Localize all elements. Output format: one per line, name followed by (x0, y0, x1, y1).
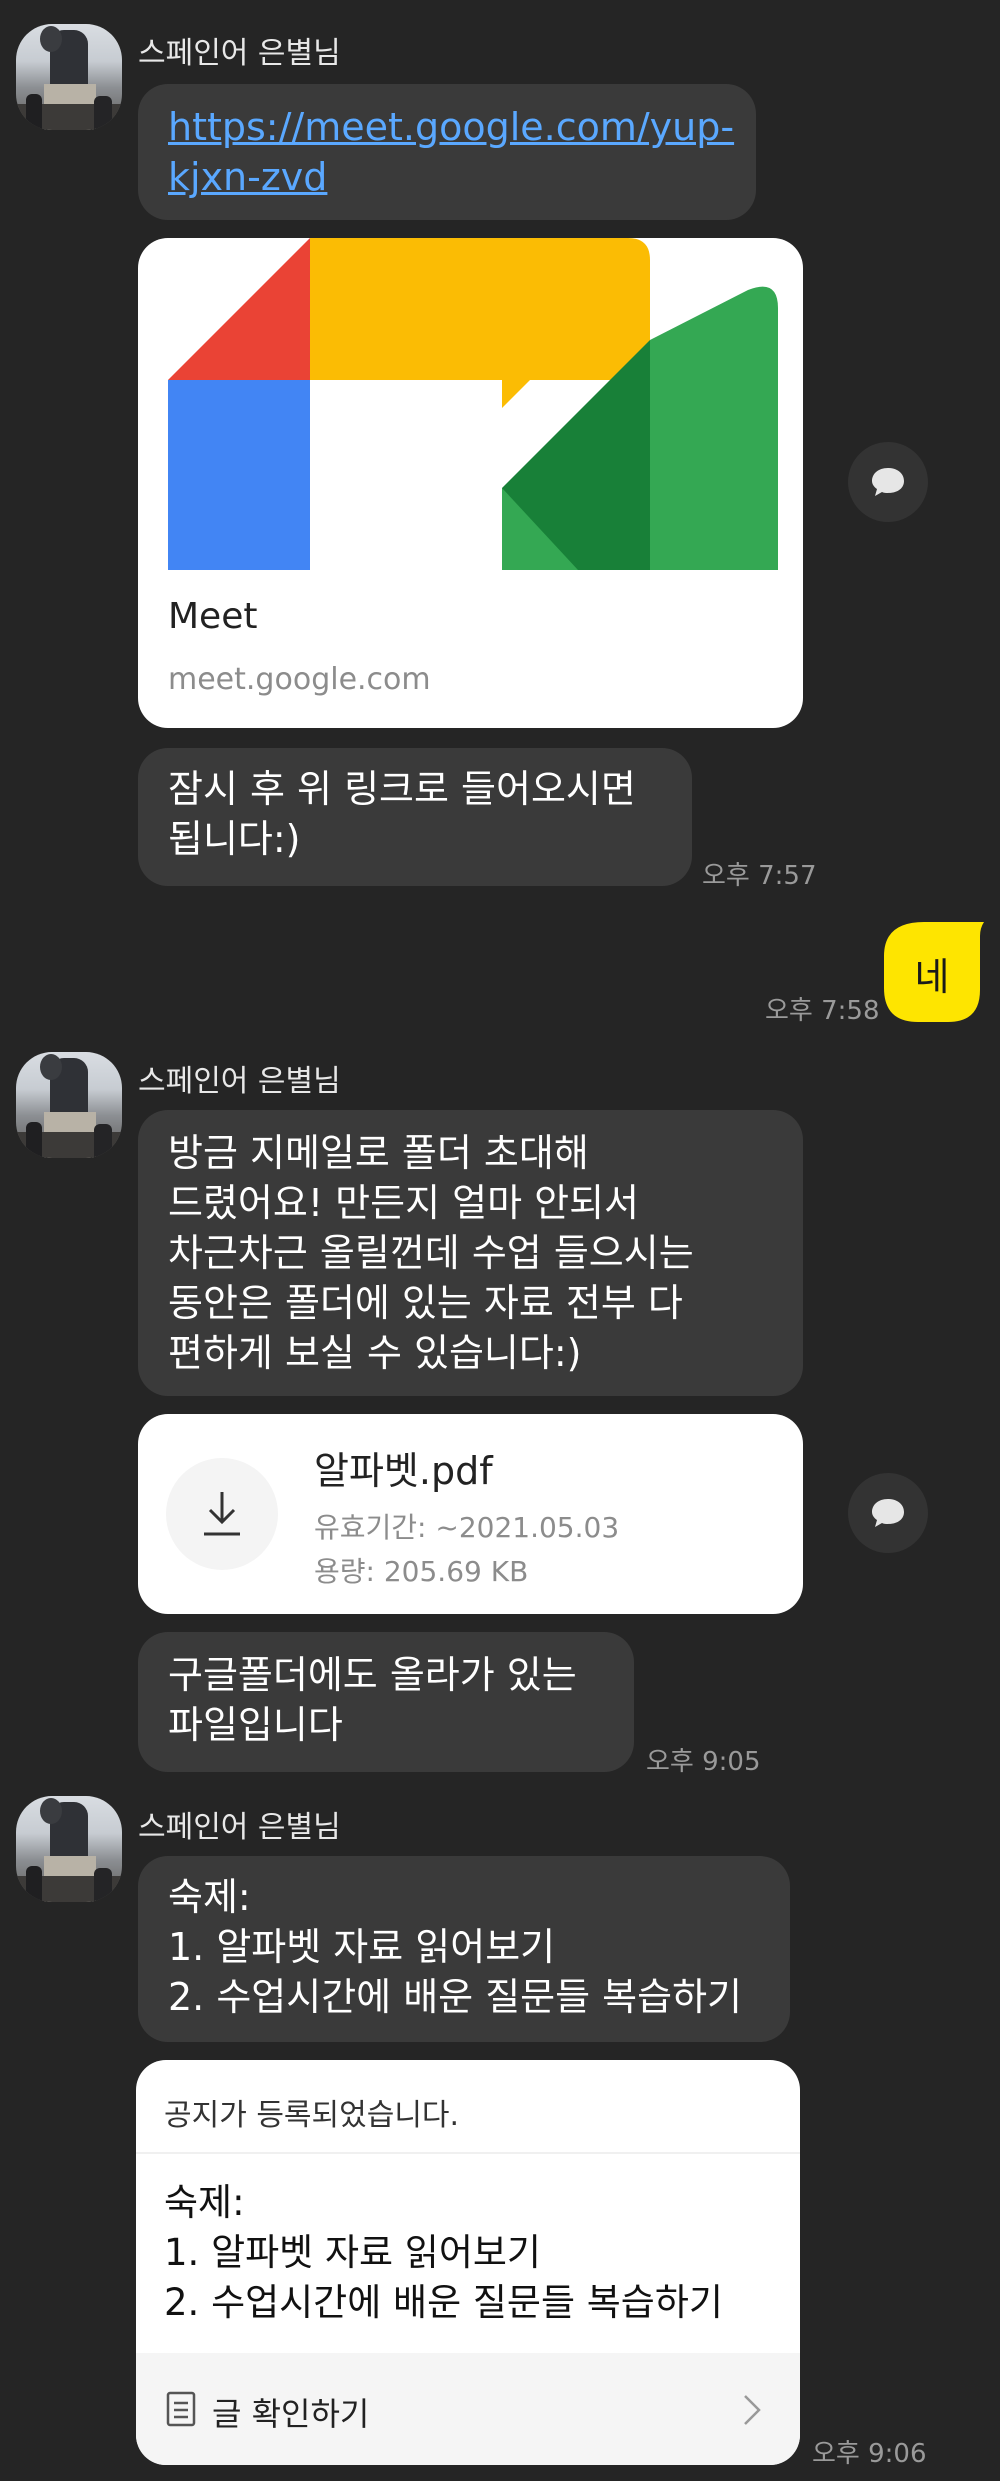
timestamp: 오후 7:58 (765, 996, 880, 1026)
share-button[interactable] (848, 1473, 928, 1553)
google-meet-logo (168, 238, 778, 570)
sender-name: 스페인어 은별님 (138, 36, 341, 71)
preview-domain: meet.google.com (168, 662, 431, 697)
message-line: 구글폴더에도 올라가 있는 (168, 1653, 577, 1697)
message-bubble[interactable]: 방금 지메일로 폴더 초대해 드렸어요! 만든지 얼마 안되서 차근차근 올릴껀… (138, 1110, 803, 1396)
message-line: 숙제: (168, 1875, 251, 1919)
preview-title: Meet (168, 596, 258, 637)
message-bubble[interactable]: 숙제: 1. 알파벳 자료 읽어보기 2. 수업시간에 배운 질문들 복습하기 (138, 1856, 790, 2042)
message-bubble[interactable]: 잠시 후 위 링크로 들어오시면 됩니다:) (138, 748, 692, 886)
notice-action-row[interactable]: 글 확인하기 (136, 2353, 800, 2465)
timestamp: 오후 9:05 (646, 1747, 761, 1777)
message-line: 편하게 보실 수 있습니다:) (168, 1331, 582, 1375)
file-name: 알파벳.pdf (314, 1449, 493, 1493)
link-preview-card[interactable]: Meet meet.google.com (138, 238, 803, 728)
avatar[interactable] (16, 24, 122, 130)
message-line: 잠시 후 위 링크로 들어오시면 (168, 767, 636, 811)
notice-card[interactable]: 공지가 등록되었습니다. 숙제: 1. 알파벳 자료 읽어보기 2. 수업시간에… (136, 2060, 800, 2465)
share-icon (872, 1499, 904, 1527)
document-icon (166, 2391, 196, 2427)
file-expiry: 유효기간: ~2021.05.03 (314, 1511, 620, 1544)
notice-divider (136, 2152, 800, 2154)
notice-header: 공지가 등록되었습니다. (164, 2098, 460, 2133)
message-line: 파일입니다 (168, 1703, 343, 1747)
share-button[interactable] (848, 442, 928, 522)
sender-name: 스페인어 은별님 (138, 1064, 341, 1099)
chevron-right-icon (744, 2395, 761, 2425)
message-line: 됩니다:) (168, 817, 301, 861)
link-message-bubble[interactable]: https://meet.google.com/yup- kjxn-zvd (138, 84, 756, 220)
sender-name: 스페인어 은별님 (138, 1810, 341, 1845)
message-line: 1. 알파벳 자료 읽어보기 (168, 1925, 556, 1969)
timestamp: 오후 7:57 (702, 861, 817, 891)
avatar[interactable] (16, 1052, 122, 1158)
message-line: 동안은 폴더에 있는 자료 전부 다 (168, 1281, 683, 1325)
outgoing-message-text: 네 (914, 955, 950, 999)
message-line: 2. 수업시간에 배운 질문들 복습하기 (168, 1975, 743, 2019)
file-attachment-card[interactable]: 알파벳.pdf 유효기간: ~2021.05.03 용량: 205.69 KB (138, 1414, 803, 1614)
file-size: 용량: 205.69 KB (314, 1555, 529, 1588)
share-icon (872, 468, 904, 496)
message-line: 방금 지메일로 폴더 초대해 (168, 1131, 589, 1175)
notice-line: 1. 알파벳 자료 읽어보기 (164, 2231, 541, 2274)
meet-link[interactable]: https://meet.google.com/yup- (168, 102, 734, 152)
avatar[interactable] (16, 1796, 122, 1902)
notice-line: 숙제: (164, 2181, 245, 2224)
notice-action-label: 글 확인하기 (212, 2395, 370, 2433)
outgoing-message-bubble[interactable]: 네 (884, 922, 984, 1022)
download-button[interactable] (166, 1458, 278, 1570)
download-icon (204, 1492, 240, 1536)
notice-line: 2. 수업시간에 배운 질문들 복습하기 (164, 2281, 723, 2324)
message-bubble[interactable]: 구글폴더에도 올라가 있는 파일입니다 (138, 1632, 634, 1772)
message-line: 드렸어요! 만든지 얼마 안되서 (168, 1181, 639, 1225)
message-line: 차근차근 올릴껀데 수업 들으시는 (168, 1231, 694, 1275)
timestamp: 오후 9:06 (812, 2439, 927, 2469)
meet-link-cont[interactable]: kjxn-zvd (168, 152, 726, 202)
notice-body: 숙제: 1. 알파벳 자료 읽어보기 2. 수업시간에 배운 질문들 복습하기 (164, 2178, 723, 2328)
